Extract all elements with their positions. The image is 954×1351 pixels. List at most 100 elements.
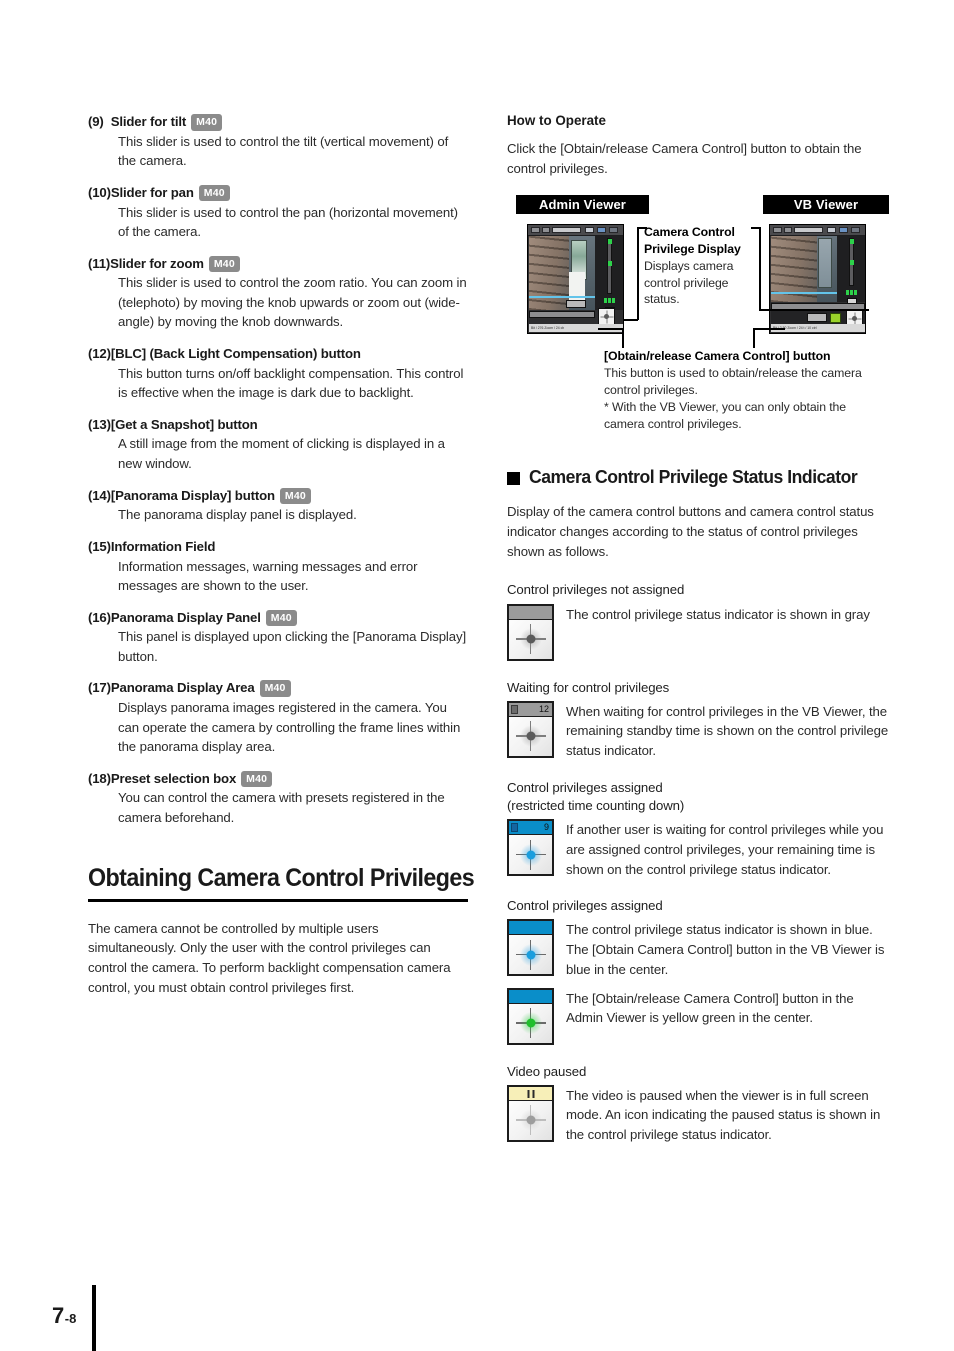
toolbar-button: [851, 227, 860, 234]
list-item-number-pad: [104, 113, 111, 132]
status-indicator-bar: [509, 989, 552, 1004]
lock-icon: [511, 823, 518, 833]
list-item-heading: (14) [Panorama Display] button M40: [88, 487, 468, 506]
callout-leader-line: [753, 328, 785, 330]
status-description: The video is paused when the viewer is i…: [566, 1087, 881, 1143]
status-indicator-face: [509, 835, 552, 875]
list-item-body: This slider is used to control the zoom …: [118, 275, 467, 330]
list-item: (17) Panorama Display Area M40 Displays …: [88, 679, 468, 756]
list-item-heading: (10) Slider for pan M40: [88, 184, 468, 203]
status-row: The video is paused when the viewer is i…: [507, 1084, 889, 1145]
callout-leader-line: [598, 328, 624, 330]
list-item-heading: (17) Panorama Display Area M40: [88, 679, 468, 698]
crosshair-icon: [515, 1008, 546, 1038]
zoom-slider-knob[interactable]: [607, 239, 612, 245]
status-description: When waiting for control privileges in t…: [566, 703, 889, 759]
toolbar-zoom-select: [794, 227, 823, 234]
viewer-control-panel: [595, 236, 623, 317]
list-item: (13) [Get a Snapshot] button A still ima…: [88, 416, 468, 474]
status-countdown: 9: [543, 822, 549, 833]
footer-rule: [92, 1285, 96, 1351]
toolbar-button: [839, 227, 848, 234]
status-indicator-face: [509, 1003, 552, 1043]
list-item-body: This button turns on/off backlight compe…: [118, 365, 464, 401]
status-indicator-bar: 12: [509, 702, 552, 717]
camera-control-privilege-display: [529, 311, 595, 319]
privilege-display-callout-title: Camera Control Privilege Display: [644, 225, 741, 257]
list-item-number: (11): [88, 255, 111, 271]
status-row: 12 When waiting for control privileges i…: [507, 700, 889, 761]
status-indicator-face: [509, 935, 552, 975]
list-item: (16) Panorama Display Panel M40 This pan…: [88, 609, 468, 667]
section-heading: Camera Control Privilege Status Indicato…: [507, 466, 889, 488]
status-indicator: [507, 603, 554, 661]
list-item-body: This slider is used to control the pan (…: [118, 204, 458, 240]
viewer-tag-row: Admin Viewer VB Viewer: [507, 195, 889, 215]
list-item-title: Information Field: [110, 538, 216, 554]
list-item: (9) Slider for tilt M40 This slider is u…: [88, 113, 468, 171]
callout-leader-line: [637, 227, 639, 321]
information-field: Bit / 2 50 Zoom / 24 t / 10 ctrl: [771, 324, 865, 333]
status-indicator: [507, 919, 554, 977]
list-item-number: (18): [88, 770, 111, 786]
how-to-operate-heading: How to Operate: [507, 113, 606, 128]
list-item-body: This panel is displayed upon clicking th…: [118, 629, 467, 664]
document-page: (9) Slider for tilt M40 This slider is u…: [0, 0, 954, 1351]
list-item: (10) Slider for pan M40 This slider is u…: [88, 184, 468, 242]
chapter-number: 7: [52, 1303, 64, 1328]
zoom-slider[interactable]: [607, 238, 612, 295]
preset-indicator: [846, 290, 857, 296]
toolbar-zoom-select: [552, 227, 581, 234]
crosshair-icon: [515, 839, 546, 870]
left-column: (9) Slider for tilt M40 This slider is u…: [88, 113, 475, 997]
status-indicator-bar: 9: [509, 821, 552, 836]
preset-selection-box[interactable]: [566, 300, 586, 309]
callout-leader-line: [759, 227, 761, 311]
zoom-slider-knob[interactable]: [849, 239, 854, 245]
section-paragraph: Display of the camera control buttons an…: [507, 504, 874, 559]
video-content: [818, 238, 832, 289]
status-label: Video paused: [507, 1063, 587, 1079]
status-label: Waiting for control privileges: [507, 679, 670, 695]
crosshair-icon: [515, 624, 546, 655]
chapter-heading: Obtaining Camera Control Privileges: [88, 863, 475, 892]
privilege-display-callout-body: Displays camera control privilege status…: [644, 258, 734, 307]
status-row: The control privilege status indicator i…: [507, 919, 889, 979]
status-label: Control privileges assigned (restricted …: [507, 779, 685, 814]
preset-selection-box[interactable]: [807, 313, 827, 323]
toolbar-button: [827, 227, 836, 234]
chapter-paragraph: The camera cannot be controlled by multi…: [88, 920, 451, 995]
tilt-slider-knob[interactable]: [607, 261, 612, 267]
list-item: (12) [BLC] (Back Light Compensation) but…: [88, 345, 468, 403]
toolbar-button: [609, 227, 618, 234]
toolbar-button: [585, 227, 594, 234]
status-description: The [Obtain/release Camera Control] butt…: [566, 990, 854, 1026]
list-item: (11) Slider for zoom M40 This slider is …: [88, 255, 468, 332]
list-item-title: [BLC] (Back Light Compensation) button: [110, 345, 361, 361]
status-block: Waiting for control privileges 12 When w…: [507, 679, 889, 761]
toolbar-button: [597, 227, 606, 234]
status-description: The control privilege status indicator i…: [566, 922, 885, 977]
toolbar-button: [531, 227, 540, 234]
list-item-number: (15): [88, 538, 111, 554]
obtain-release-camera-control-button[interactable]: [598, 308, 615, 326]
status-description: The control privilege status indicator i…: [566, 606, 870, 622]
list-item-title: Panorama Display Panel: [110, 609, 261, 625]
m40-badge: M40: [265, 609, 297, 627]
tilt-slider-knob[interactable]: [849, 260, 854, 266]
m40-badge: M40: [241, 770, 273, 788]
status-indicator-bar: [509, 1086, 552, 1101]
m40-badge: M40: [208, 255, 240, 273]
viewer-figure: Bit / 276 Zoom / 24 ch Bit / 2 50 Zoom /…: [507, 221, 889, 436]
list-item-number: (16): [88, 609, 111, 625]
status-block: Control privileges assigned (restricted …: [507, 779, 889, 879]
m40-badge: M40: [259, 680, 291, 697]
snapshot-button[interactable]: [830, 313, 841, 324]
lock-icon: [511, 704, 518, 714]
obtain-callout-title: [Obtain/release Camera Control] button: [604, 349, 831, 364]
status-indicator-bar: [509, 605, 552, 620]
viewer-toolbar: [770, 225, 865, 237]
list-item-body: This slider is used to control the tilt …: [118, 133, 449, 169]
callout-leader-line: [622, 328, 624, 349]
crosshair-icon: [515, 1105, 546, 1136]
